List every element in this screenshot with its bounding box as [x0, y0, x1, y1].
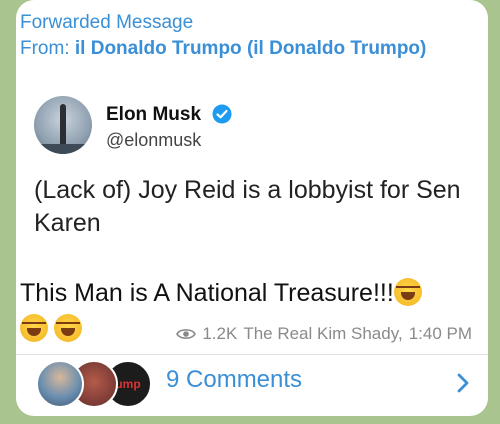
rolling-laughing-emoji-icon: [20, 314, 48, 342]
forwarded-label: Forwarded Message: [20, 12, 194, 33]
verified-badge-icon: [212, 104, 232, 124]
tweet-avatar: [34, 96, 92, 154]
comment-avatars[interactable]: ump: [36, 360, 156, 408]
forwarded-from-name[interactable]: il Donaldo Trumpo (il Donaldo Trumpo): [75, 38, 426, 59]
rolling-laughing-emoji-icon: [54, 314, 82, 342]
emoji-row: [20, 314, 88, 342]
message-text-line: This Man is A National Treasure!!!: [20, 278, 422, 308]
divider: [16, 354, 488, 355]
eye-icon: [176, 329, 197, 339]
chevron-right-icon[interactable]: [456, 372, 470, 394]
forwarded-from-prefix: From:: [20, 38, 75, 59]
message-author: The Real Kim Shady,: [243, 324, 403, 343]
message-time: 1:40 PM: [408, 324, 472, 343]
message-text: This Man is A National Treasure!!!: [20, 279, 394, 307]
forwarded-from[interactable]: From: il Donaldo Trumpo (il Donaldo Trum…: [20, 38, 426, 60]
tweet-author-handle: @elonmusk: [106, 130, 202, 150]
tweet-author-name: Elon Musk: [106, 104, 202, 125]
tweet-text: (Lack of) Joy Reid is a lobbyist for Sen…: [34, 176, 461, 237]
view-count: 1.2K: [202, 324, 238, 343]
message-meta: 1.2K The Real Kim Shady, 1:40 PM: [176, 324, 472, 344]
comments-button[interactable]: 9 Comments: [166, 366, 302, 394]
commenter-avatar: [36, 360, 84, 408]
rocket-image: [60, 104, 66, 148]
rolling-laughing-emoji-icon: [393, 278, 422, 306]
